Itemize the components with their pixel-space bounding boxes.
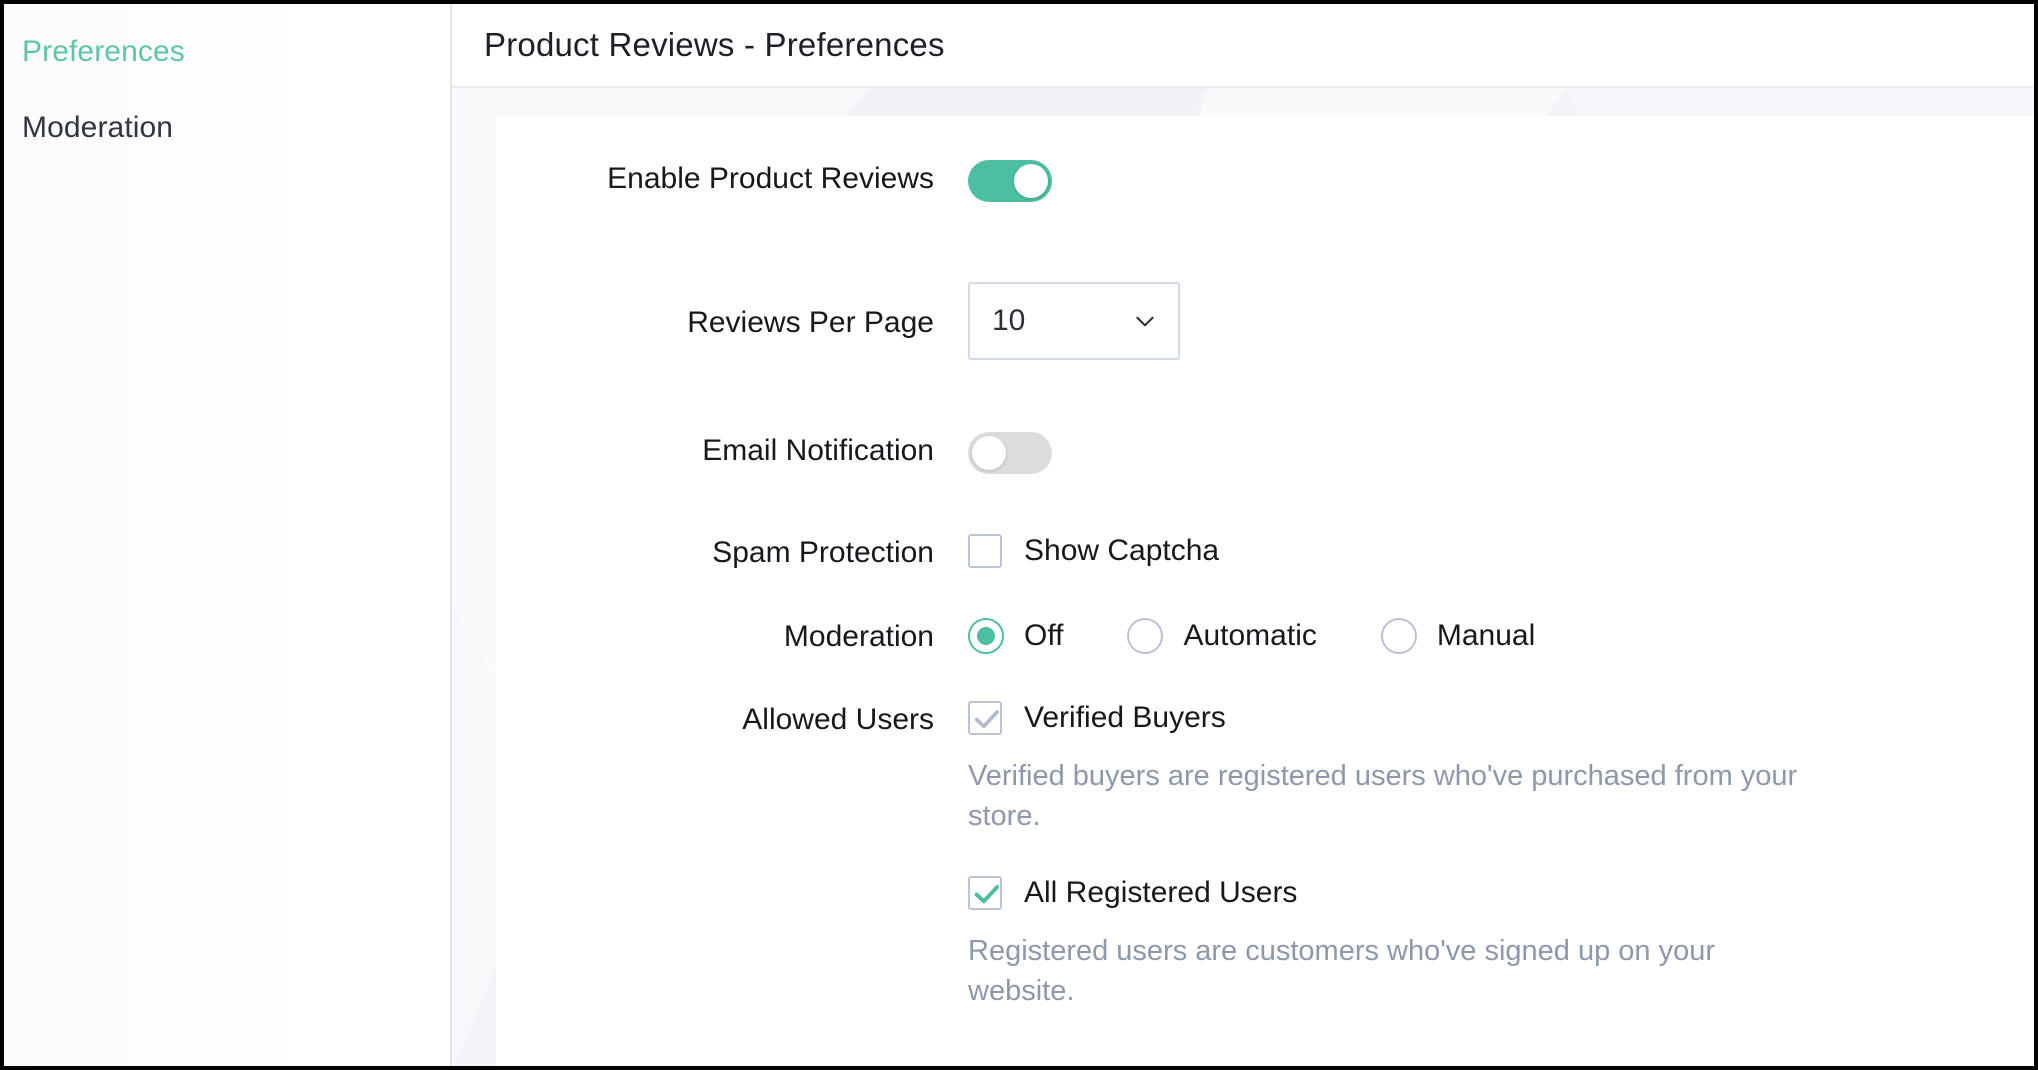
enable-product-reviews-label: Enable Product Reviews [607,162,934,195]
reviews-per-page-select[interactable]: 10 [968,282,1180,360]
row-spam-protection: Spam Protection Show Captcha [496,534,2034,572]
sidebar: Preferences Moderation [4,4,452,1066]
main-content: Product Reviews - Preferences Enable Pro… [452,4,2034,1066]
moderation-option-label: Off [1024,618,1064,652]
row-email-notification: Email Notification [496,432,2034,474]
allowed-users-options: Verified Buyers Verified buyers are regi… [968,701,2034,1066]
preferences-card: Enable Product Reviews Reviews Per Page [496,116,2034,1066]
verified-buyers-label: Verified Buyers [1024,701,1226,734]
all-registered-users-helper: Registered users are customers who've si… [968,935,1716,1008]
page-title: Product Reviews - Preferences [484,26,945,63]
radio-icon-off[interactable] [968,617,1004,654]
allowed-users-label: Allowed Users [742,703,934,736]
email-notification-toggle[interactable] [968,432,1052,474]
sidebar-item-preferences[interactable]: Preferences [4,14,450,90]
moderation-label: Moderation [783,619,934,653]
moderation-option-label: Automatic [1183,618,1317,652]
page-header: Product Reviews - Preferences [452,4,2034,88]
reviews-per-page-label: Reviews Per Page [687,306,934,339]
moderation-option-automatic[interactable]: Automatic [1127,617,1317,654]
toggle-knob [1014,164,1048,198]
row-enable-product-reviews: Enable Product Reviews [496,160,2034,202]
moderation-radio-group: Off Automatic Manual [968,617,2034,654]
row-reviews-per-page: Reviews Per Page 10 [496,282,2034,360]
row-allowed-users: Allowed Users Verified Buyers Verified b… [496,701,2034,1066]
moderation-option-manual[interactable]: Manual [1380,617,1536,654]
radio-icon-automatic[interactable] [1127,617,1164,654]
verified-buyers-checkbox[interactable] [968,701,1002,735]
email-notification-label: Email Notification [702,434,934,467]
toggle-knob [972,436,1006,470]
spam-protection-label: Spam Protection [712,536,934,569]
moderation-option-off[interactable]: Off [968,617,1064,654]
show-captcha-checkbox[interactable] [968,534,1002,568]
app-window: Preferences Moderation Product Reviews -… [0,0,2038,1070]
row-moderation: Moderation Off Automatic Manual [496,617,2034,656]
verified-buyers-helper: Verified buyers are registered users who… [968,760,1798,832]
enable-product-reviews-toggle[interactable] [968,160,1052,202]
radio-icon-manual[interactable] [1380,617,1417,654]
sidebar-item-label: Preferences [22,35,185,68]
all-registered-users-checkbox[interactable] [968,876,1002,911]
chevron-down-icon [1132,308,1158,334]
sidebar-item-label: Moderation [22,111,174,144]
moderation-option-label: Manual [1436,618,1536,652]
show-captcha-label: Show Captcha [1024,534,1220,567]
sidebar-item-moderation[interactable]: Moderation [4,90,450,166]
all-registered-users-row: All Registered Users [968,876,2034,911]
verified-buyers-row: Verified Buyers [968,701,2034,735]
content-band: Enable Product Reviews Reviews Per Page [452,88,2034,1066]
all-registered-users-label: All Registered Users [1024,876,1298,910]
reviews-per-page-value: 10 [992,304,1026,337]
